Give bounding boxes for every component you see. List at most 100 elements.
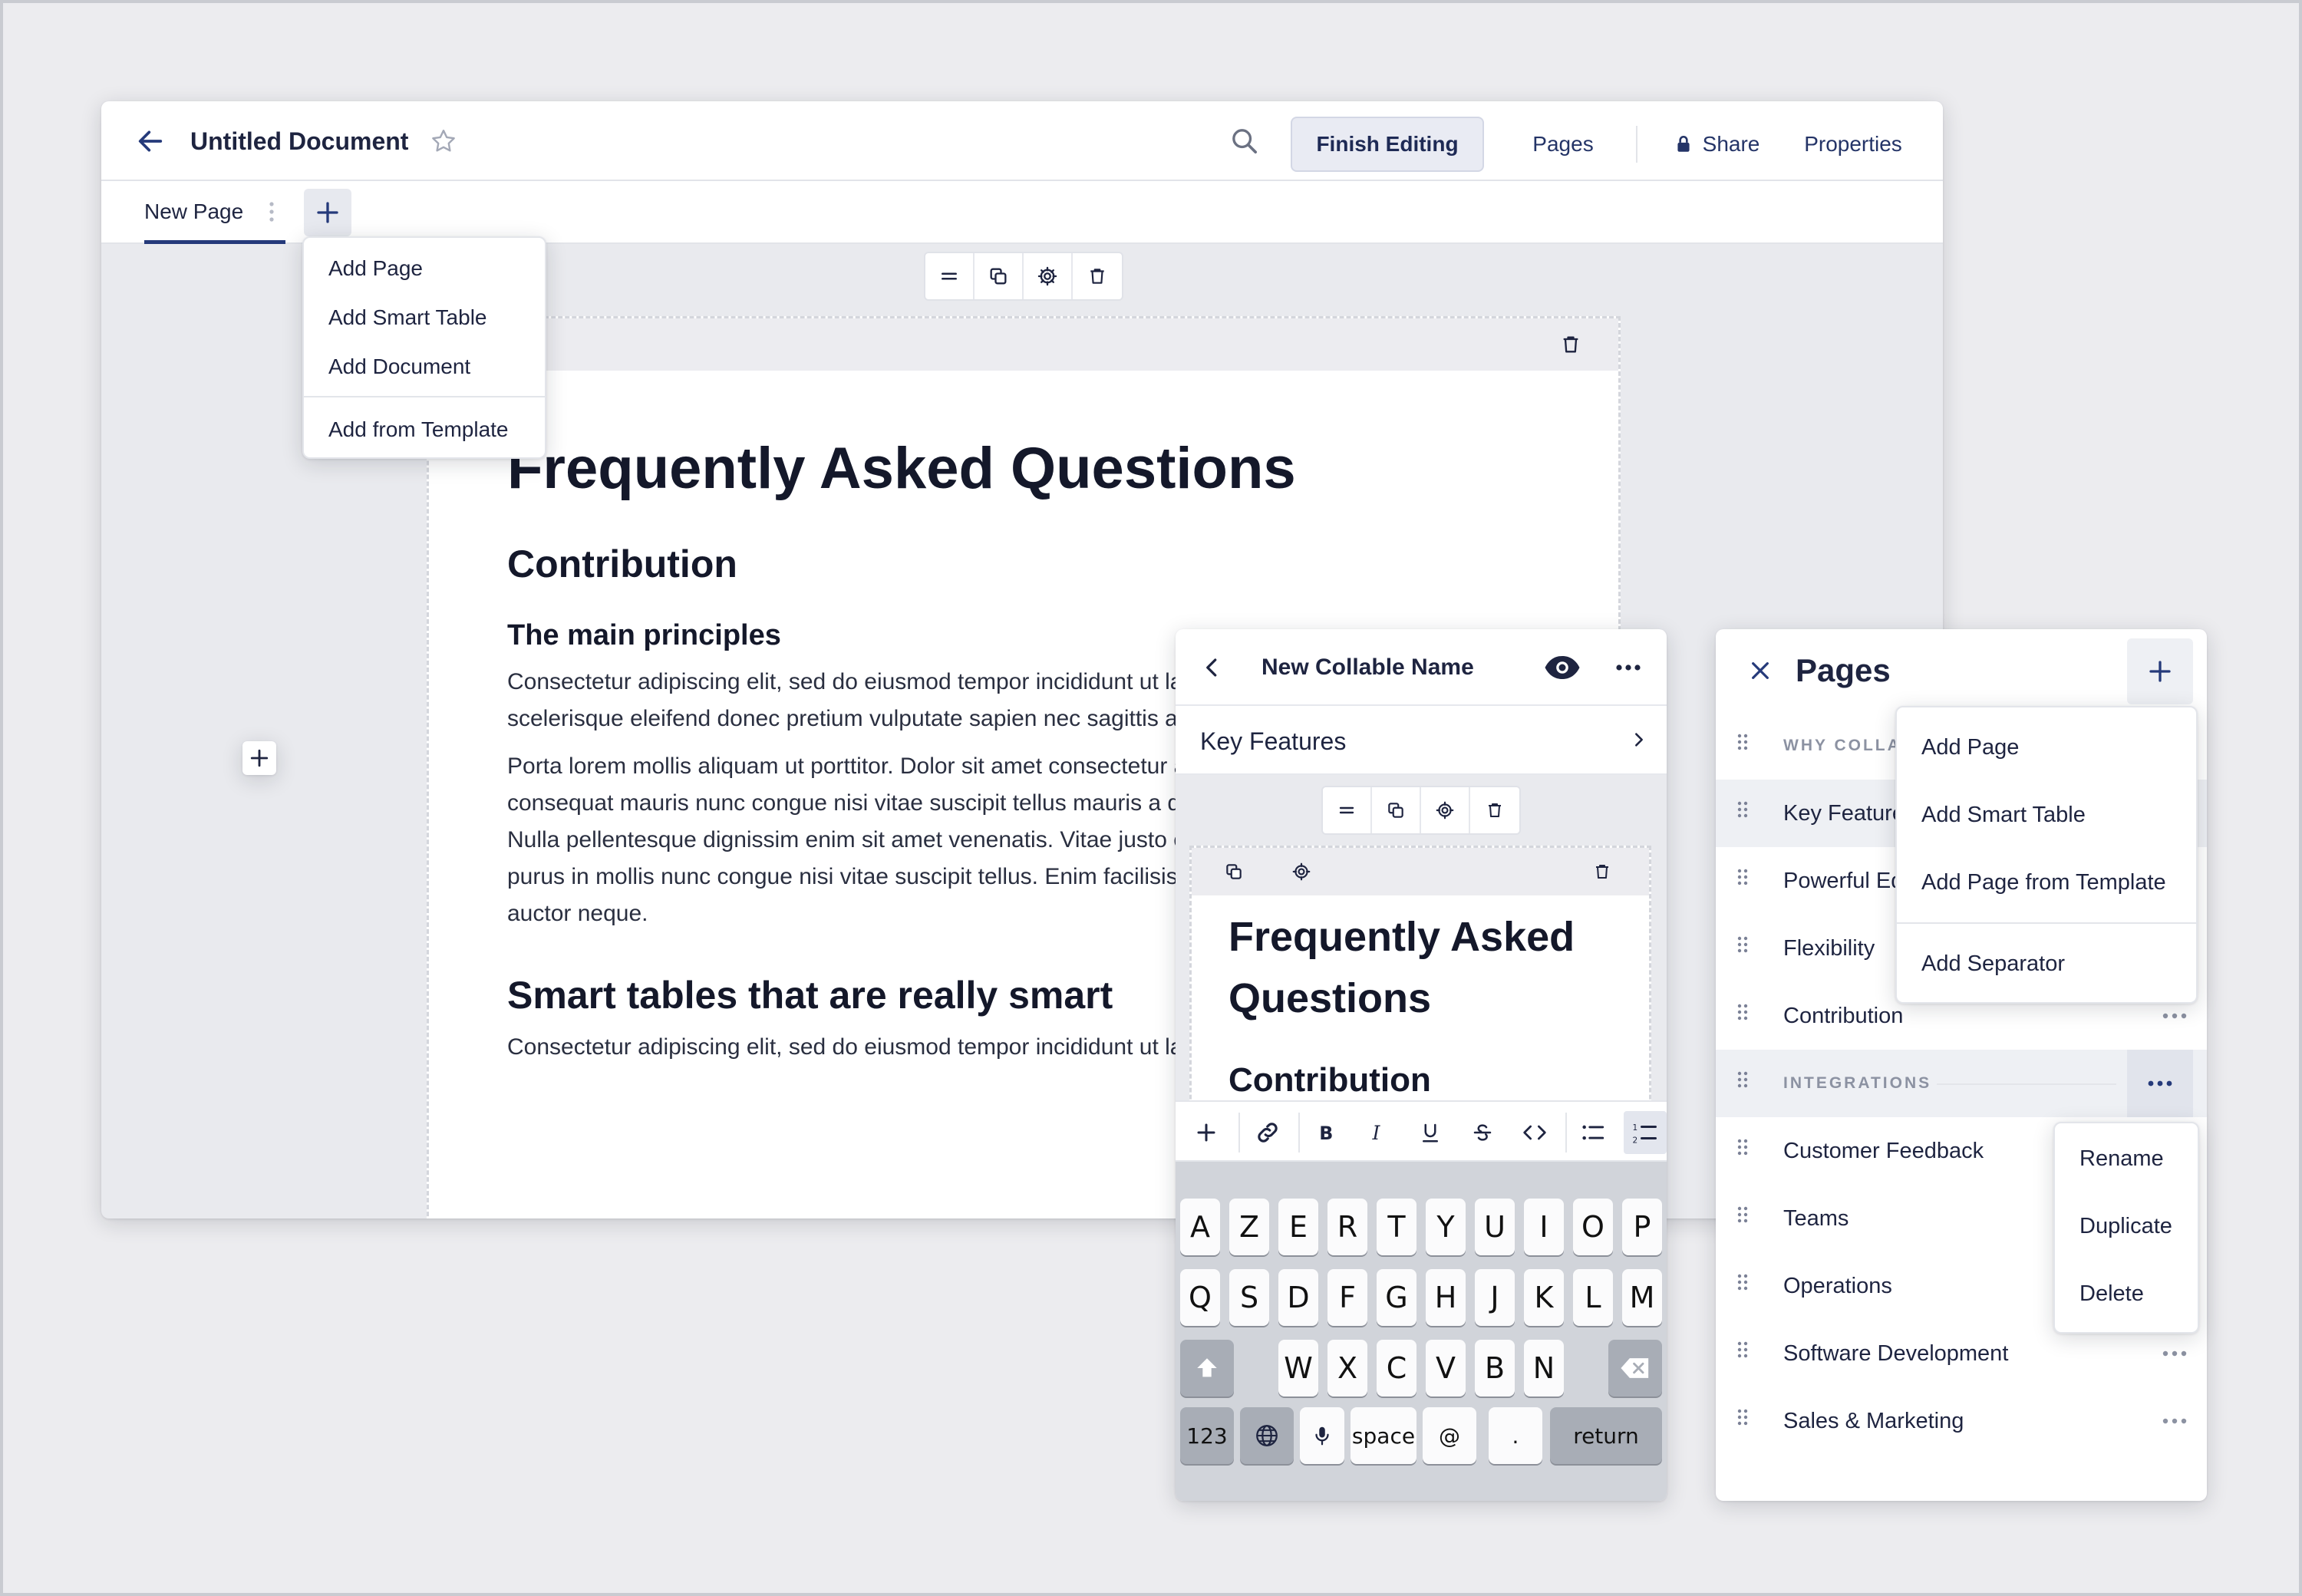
duplicate-icon[interactable] [1221, 859, 1247, 885]
key-p[interactable]: P [1622, 1199, 1662, 1255]
menu-item-add-smart-table[interactable]: Add Smart Table [1921, 801, 2086, 829]
key-t[interactable]: T [1377, 1199, 1416, 1255]
key-n[interactable]: N [1524, 1340, 1564, 1396]
drag-handle-icon[interactable] [1737, 1203, 1753, 1234]
menu-item-add-document[interactable]: Add Document [328, 353, 470, 381]
section-heading[interactable]: Contribution [1229, 1060, 1431, 1101]
drag-handle-icon[interactable] [1737, 730, 1753, 761]
link-icon[interactable] [1246, 1111, 1289, 1154]
italic-icon[interactable]: I [1357, 1111, 1400, 1154]
star-icon[interactable] [427, 124, 460, 158]
more-icon[interactable] [2127, 1050, 2193, 1117]
gear-icon[interactable] [1024, 253, 1073, 299]
chevron-left-icon[interactable] [1197, 652, 1228, 683]
more-icon[interactable] [2158, 1338, 2192, 1369]
pages-button[interactable]: Pages [1513, 121, 1613, 167]
share-button[interactable]: Share [1659, 121, 1774, 167]
properties-button[interactable]: Properties [1788, 121, 1918, 167]
drag-handle-icon[interactable] [1737, 866, 1753, 896]
menu-item-add-page[interactable]: Add Page [1921, 734, 2019, 761]
plus-icon[interactable] [1185, 1111, 1228, 1154]
shift-icon[interactable] [1180, 1340, 1234, 1396]
section-header[interactable]: INTEGRATIONS [1716, 1050, 2207, 1117]
trash-icon[interactable] [1589, 859, 1615, 885]
gear-icon[interactable] [1288, 859, 1314, 885]
period-key[interactable]: . [1489, 1407, 1542, 1464]
key-y[interactable]: Y [1426, 1199, 1466, 1255]
numbers-key[interactable]: 123 [1180, 1407, 1234, 1464]
add-page-button[interactable] [2127, 638, 2193, 704]
menu-item-duplicate[interactable]: Duplicate [2079, 1212, 2172, 1240]
more-icon[interactable] [2158, 1001, 2192, 1031]
key-o[interactable]: O [1573, 1199, 1613, 1255]
return-key[interactable]: return [1550, 1407, 1662, 1464]
key-z[interactable]: Z [1229, 1199, 1269, 1255]
drag-handle-icon[interactable] [1737, 1136, 1753, 1166]
eye-icon[interactable] [1541, 651, 1584, 684]
tab-new-page[interactable]: New Page [144, 181, 285, 244]
duplicate-icon[interactable] [1372, 787, 1421, 833]
page-selector[interactable]: Key Features [1176, 706, 1667, 775]
key-x[interactable]: X [1327, 1340, 1367, 1396]
drag-handle-icon[interactable] [1737, 1338, 1753, 1369]
underline-icon[interactable] [1409, 1111, 1452, 1154]
key-i[interactable]: I [1524, 1199, 1564, 1255]
trash-icon[interactable] [1555, 329, 1586, 360]
page-item-sales-marketing[interactable]: Sales & Marketing [1716, 1387, 2207, 1455]
drag-handle-icon[interactable] [1737, 1406, 1753, 1436]
faq-heading[interactable]: Frequently Asked Questions [1229, 906, 1628, 1029]
key-a[interactable]: A [1180, 1199, 1220, 1255]
drag-handle-icon[interactable] [1737, 1068, 1753, 1099]
drag-handle-icon[interactable] [1737, 798, 1753, 829]
menu-item-add-page-from-template[interactable]: Add Page from Template [1921, 869, 2166, 896]
key-c[interactable]: C [1377, 1340, 1416, 1396]
menu-item-add-page[interactable]: Add Page [328, 255, 423, 282]
key-b[interactable]: B [1475, 1340, 1515, 1396]
numbered-list-icon[interactable]: 12 [1624, 1111, 1667, 1154]
key-m[interactable]: M [1622, 1269, 1662, 1326]
microphone-icon[interactable] [1300, 1407, 1344, 1464]
at-key[interactable]: @ [1423, 1407, 1476, 1464]
bold-icon[interactable]: B [1304, 1111, 1347, 1154]
drag-handle-icon[interactable] [1323, 787, 1372, 833]
more-icon[interactable] [1611, 651, 1645, 684]
key-s[interactable]: S [1229, 1269, 1269, 1326]
search-icon[interactable] [1226, 123, 1263, 160]
space-key[interactable]: space [1351, 1407, 1416, 1464]
strikethrough-icon[interactable] [1461, 1111, 1504, 1154]
document-title[interactable]: Untitled Document [190, 126, 408, 157]
backspace-icon[interactable] [1608, 1340, 1662, 1396]
menu-item-delete[interactable]: Delete [2079, 1280, 2144, 1307]
drag-handle-icon[interactable] [925, 253, 975, 299]
trash-icon[interactable] [1470, 787, 1519, 833]
add-block-button[interactable] [242, 741, 276, 775]
key-q[interactable]: Q [1180, 1269, 1220, 1326]
key-g[interactable]: G [1377, 1269, 1416, 1326]
key-l[interactable]: L [1573, 1269, 1613, 1326]
key-j[interactable]: J [1475, 1269, 1515, 1326]
kebab-icon[interactable] [265, 198, 278, 226]
menu-item-add-smart-table[interactable]: Add Smart Table [328, 304, 487, 331]
bullet-list-icon[interactable] [1571, 1111, 1614, 1154]
key-k[interactable]: K [1524, 1269, 1564, 1326]
key-f[interactable]: F [1327, 1269, 1367, 1326]
code-icon[interactable] [1513, 1111, 1556, 1154]
drag-handle-icon[interactable] [1737, 1001, 1753, 1031]
key-v[interactable]: V [1426, 1340, 1466, 1396]
menu-item-add-separator[interactable]: Add Separator [1921, 950, 2065, 978]
key-u[interactable]: U [1475, 1199, 1515, 1255]
add-page-button[interactable] [304, 189, 351, 236]
back-arrow-icon[interactable] [132, 123, 169, 160]
globe-icon[interactable] [1240, 1407, 1294, 1464]
trash-icon[interactable] [1073, 253, 1122, 299]
key-w[interactable]: W [1278, 1340, 1318, 1396]
more-icon[interactable] [2158, 1406, 2192, 1436]
key-h[interactable]: H [1426, 1269, 1466, 1326]
key-e[interactable]: E [1278, 1199, 1318, 1255]
key-r[interactable]: R [1327, 1199, 1367, 1255]
drag-handle-icon[interactable] [1737, 1271, 1753, 1301]
duplicate-icon[interactable] [975, 253, 1024, 299]
gear-icon[interactable] [1421, 787, 1470, 833]
drag-handle-icon[interactable] [1737, 933, 1753, 964]
key-d[interactable]: D [1278, 1269, 1318, 1326]
